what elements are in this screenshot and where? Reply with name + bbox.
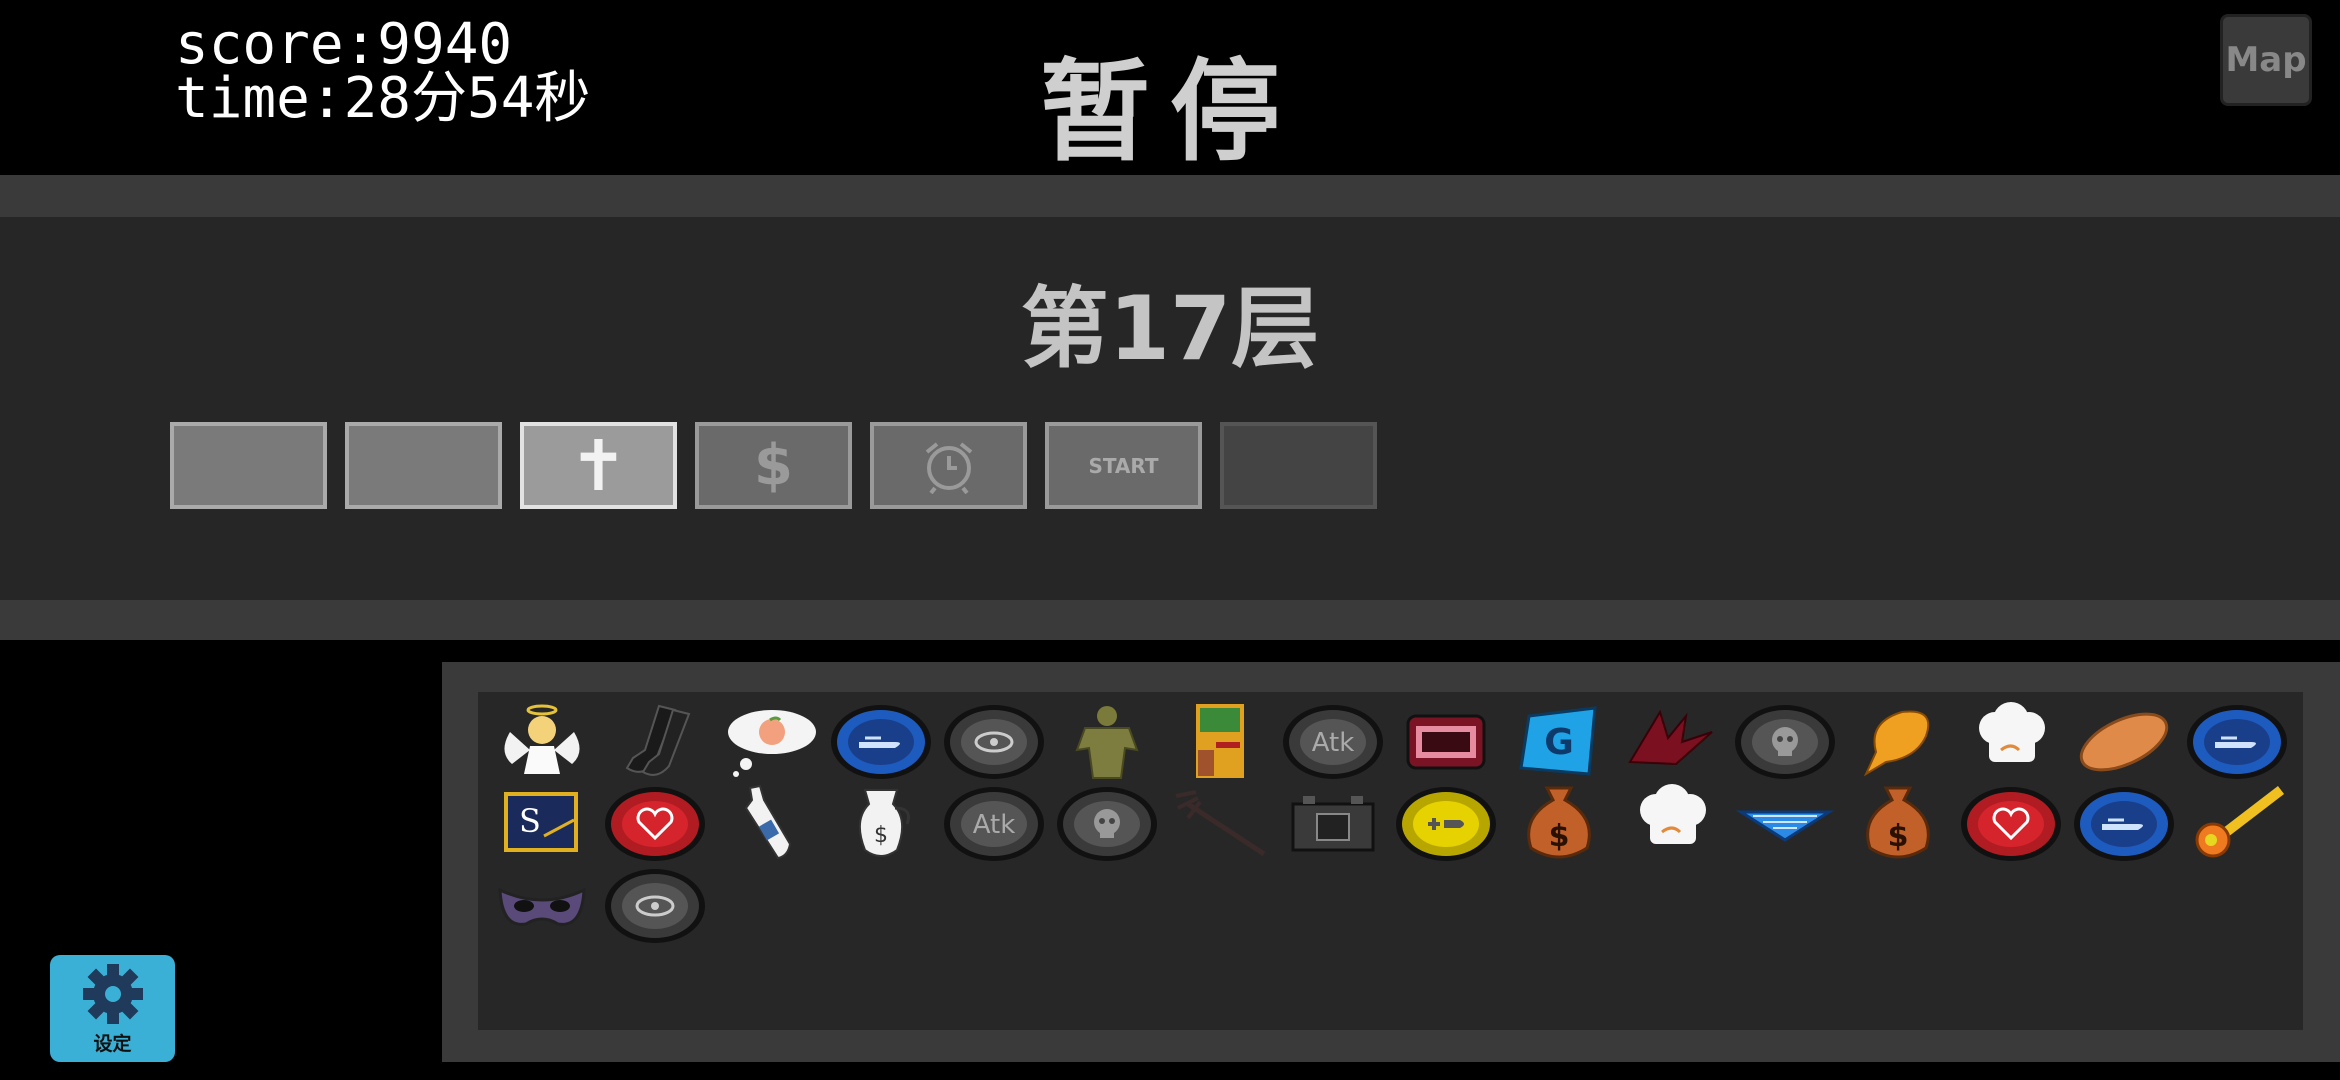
battery-box-icon[interactable]	[1392, 702, 1499, 780]
dollar-icon: $	[754, 433, 793, 498]
svg-text:Atk: Atk	[972, 810, 1015, 840]
blue-fan-icon[interactable]	[1731, 784, 1838, 862]
svg-text:$: $	[1548, 819, 1569, 854]
yellow-plus-pill-icon[interactable]	[1392, 784, 1499, 862]
room-tile	[345, 422, 502, 509]
trident-icon[interactable]	[1166, 784, 1273, 862]
svg-text:Atk: Atk	[1311, 728, 1354, 758]
room-tile-clock	[870, 422, 1027, 509]
skull-pill-icon[interactable]	[1731, 702, 1838, 780]
panel-top-band	[0, 175, 2340, 217]
mask-icon[interactable]	[488, 866, 595, 944]
panel-bottom-band	[0, 600, 2340, 640]
svg-text:G: G	[1544, 722, 1574, 763]
money-bag-icon[interactable]: $	[1844, 784, 1951, 862]
room-tile-start: START	[1045, 422, 1202, 509]
s-card-icon[interactable]: S	[488, 784, 595, 862]
red-wings-icon[interactable]	[1618, 702, 1725, 780]
heart-pill-icon[interactable]	[601, 784, 708, 862]
socks-icon[interactable]	[601, 702, 708, 780]
room-map: ✝ $ START	[170, 422, 1377, 509]
skull-pill-icon[interactable]	[1053, 784, 1160, 862]
battery-icon[interactable]	[1279, 784, 1386, 862]
gear-icon	[82, 964, 143, 1024]
alarm-clock-icon	[925, 441, 972, 494]
eye-pill-icon[interactable]	[940, 702, 1047, 780]
blue-bullet-pill-icon[interactable]	[2183, 702, 2290, 780]
potato-icon[interactable]	[2070, 702, 2177, 780]
g-sticker-icon[interactable]: G	[1505, 702, 1612, 780]
map-button[interactable]: Map	[2220, 14, 2312, 106]
eye-pill-icon[interactable]	[601, 866, 708, 944]
money-bag-icon[interactable]: $	[1505, 784, 1612, 862]
settings-label: 设定	[93, 1033, 132, 1055]
chef-hat-icon[interactable]	[1957, 702, 2064, 780]
pause-title: 暂停	[1040, 48, 1300, 176]
heart-pill-icon[interactable]	[1957, 784, 2064, 862]
chef-hat-icon[interactable]	[1618, 784, 1725, 862]
meteor-icon[interactable]	[2183, 784, 2290, 862]
peach-thought-icon[interactable]	[714, 702, 821, 780]
jug-dollar-icon[interactable]: $	[827, 784, 934, 862]
atk-pill-icon[interactable]: Atk	[940, 784, 1047, 862]
svg-text:$: $	[874, 823, 888, 848]
floor-label: 第17层	[1020, 277, 1320, 380]
room-tile-unexplored	[1220, 422, 1377, 509]
poster-icon[interactable]	[1166, 702, 1273, 780]
atk-pill-icon[interactable]: Atk	[1279, 702, 1386, 780]
svg-text:$: $	[1887, 819, 1908, 854]
inventory-grid: Atk G S $ Atk $ $	[478, 692, 2303, 1030]
room-tile-shop: $	[695, 422, 852, 509]
blue-bullet-pill-icon[interactable]	[2070, 784, 2177, 862]
angel-icon[interactable]	[488, 702, 595, 780]
blue-bullet-pill-icon[interactable]	[827, 702, 934, 780]
room-tile-current-cross: ✝	[520, 422, 677, 509]
svg-text:S: S	[519, 802, 541, 840]
settings-button[interactable]: 设定	[50, 955, 175, 1062]
angry-bubble-icon[interactable]	[1844, 702, 1951, 780]
green-statue-icon[interactable]	[1053, 702, 1160, 780]
cross-icon: ✝	[569, 424, 628, 507]
room-tile	[170, 422, 327, 509]
bottle-icon[interactable]	[714, 784, 821, 862]
